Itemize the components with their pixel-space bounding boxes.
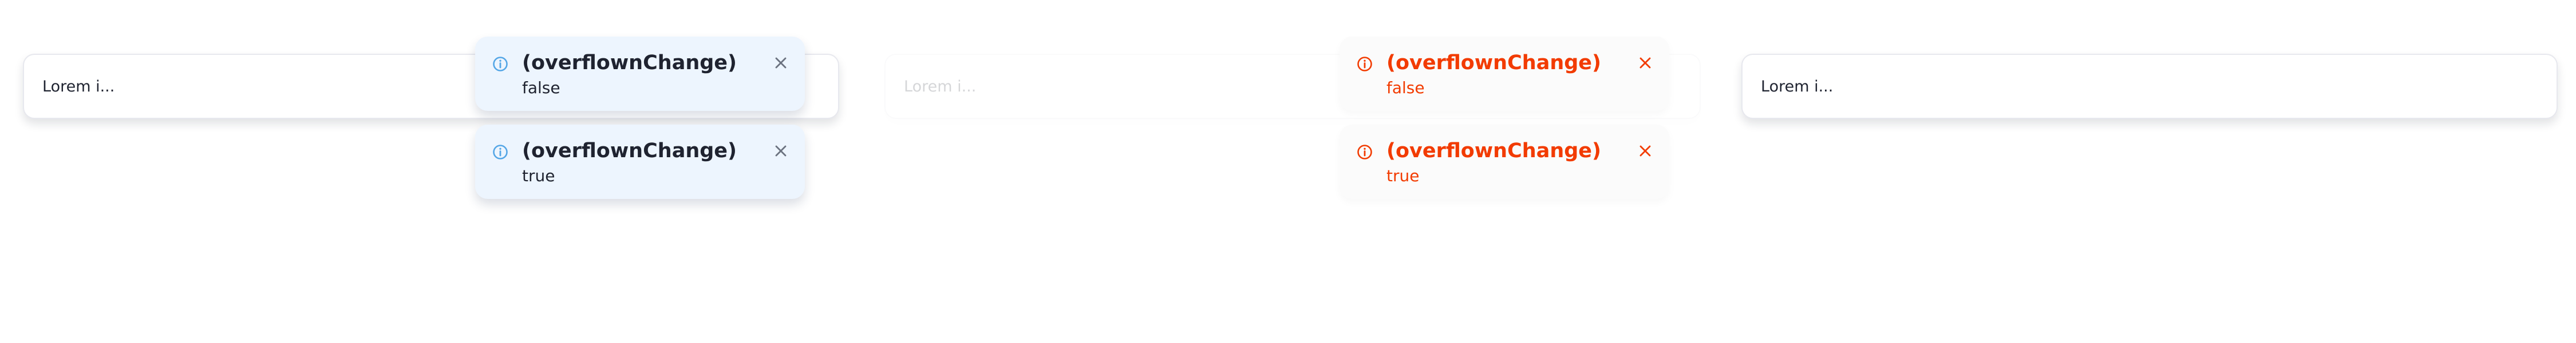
- info-icon: [1357, 145, 1372, 159]
- overflow-text: Lorem i...: [1761, 77, 1834, 95]
- stage: Lorem i... Lorem i... Lorem i... (overfl…: [0, 0, 2576, 343]
- toast-title: (overflownChange): [522, 139, 737, 162]
- overflow-text: Lorem i...: [42, 77, 115, 95]
- info-icon: [1357, 57, 1372, 71]
- toast-title: (overflownChange): [1386, 51, 1602, 74]
- close-icon[interactable]: [1637, 143, 1653, 159]
- close-icon[interactable]: [1637, 55, 1653, 71]
- toast-message: true: [1386, 166, 1420, 185]
- close-icon[interactable]: [773, 55, 789, 71]
- overflow-text: Lorem i...: [904, 77, 977, 95]
- toast-message: true: [522, 166, 555, 185]
- info-toast: (overflownChange) false: [475, 37, 805, 111]
- toast-title: (overflownChange): [1386, 139, 1602, 162]
- info-icon: [493, 145, 508, 159]
- toast-message: false: [1386, 78, 1425, 97]
- danger-toast: (overflownChange) false: [1340, 37, 1669, 111]
- overflow-text-box: Lorem i...: [1741, 54, 2558, 119]
- close-icon[interactable]: [773, 143, 789, 159]
- info-icon: [493, 57, 508, 71]
- danger-toast: (overflownChange) true: [1340, 125, 1669, 199]
- info-toast: (overflownChange) true: [475, 125, 805, 199]
- toast-title: (overflownChange): [522, 51, 737, 74]
- toast-message: false: [522, 78, 560, 97]
